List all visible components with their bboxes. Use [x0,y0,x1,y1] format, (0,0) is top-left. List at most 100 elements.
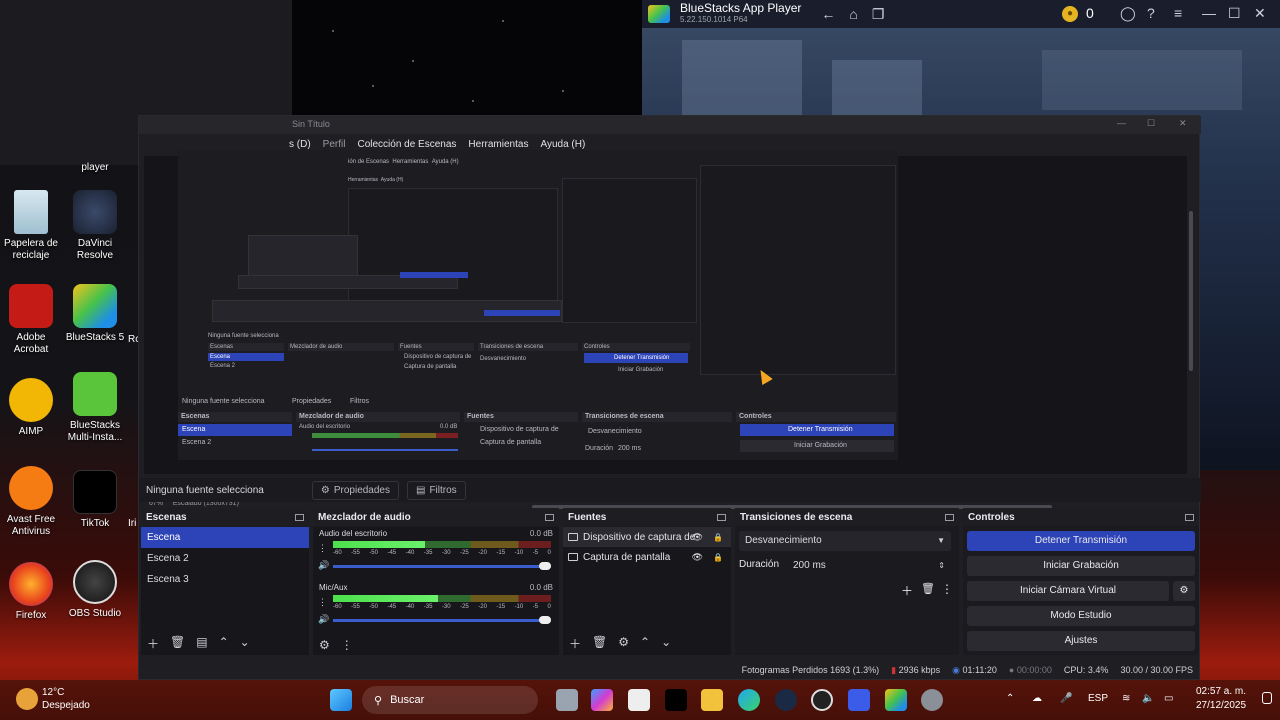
properties-button[interactable]: ⚙ Propiedades [311,480,399,500]
obs-minimize-icon[interactable]: — [1117,118,1126,128]
clock-date[interactable]: 27/12/2025 [1196,700,1246,711]
source-item[interactable]: Captura de pantalla 👁 🔒 [563,547,731,567]
add-icon[interactable]: ＋ [569,635,581,652]
close-icon[interactable]: ✕ [1254,5,1266,22]
volume-slider[interactable] [333,562,551,570]
menu-item[interactable]: Herramientas [468,139,528,150]
back-icon[interactable]: ← [821,6,835,22]
desktop-icon-bluestacks-multi[interactable]: BlueStacks Multi-Insta... [64,372,126,444]
filter-icon[interactable]: ▤ [196,635,207,652]
lock-icon[interactable]: 🔒 [713,533,723,542]
volume-icon[interactable]: 🔈 [1142,693,1154,704]
obs-close-icon[interactable]: ✕ [1179,118,1187,129]
minimize-icon[interactable]: — [1202,5,1216,21]
bluestacks-taskbar-icon[interactable] [885,689,907,711]
undock-icon[interactable] [945,513,954,521]
weather-temp[interactable]: 12°C [42,687,64,698]
desktop-icon-tiktok[interactable]: TikTok [64,470,126,530]
arrow-down-icon[interactable]: ⌄ [661,635,671,652]
speaker-icon[interactable]: 🔊 [318,614,329,625]
filters-button[interactable]: ▤ Filtros [407,480,466,500]
duration-spinbox[interactable]: 200 ms ⇕ [787,556,951,576]
copilot-icon[interactable] [591,689,613,711]
studio-mode-button[interactable]: Modo Estudio [967,606,1195,626]
home-icon[interactable]: ⌂ [849,6,857,22]
arrow-up-icon[interactable]: ⌃ [219,635,229,652]
vertical-scrollbar[interactable] [1189,211,1193,371]
preview-canvas[interactable]: ión de Escenas Herramientas Ayuda (H) He… [144,150,1187,509]
stop-stream-button[interactable]: Detener Transmisión [967,531,1195,551]
add-icon[interactable]: ＋ [901,582,913,599]
steam-icon[interactable] [775,689,797,711]
wifi-icon[interactable]: ≋ [1122,693,1130,704]
add-icon[interactable]: ＋ [147,635,159,652]
eye-icon[interactable]: 👁 [692,532,703,543]
tiktok-icon[interactable] [665,689,687,711]
volume-slider[interactable] [333,616,551,624]
obs-window[interactable]: Sin Título — ☐ ✕ s (D) Perfil Colección … [138,115,1201,680]
desktop-icon-davinci[interactable]: DaVinci Resolve [64,190,126,262]
cloud-icon[interactable]: ☁ [1032,693,1042,704]
undock-icon[interactable] [545,513,554,521]
undock-icon[interactable] [717,513,726,521]
desktop-icon-acrobat[interactable]: Adobe Acrobat [0,284,62,356]
maximize-icon[interactable]: ☐ [1228,5,1241,22]
volume-knob[interactable] [539,562,551,570]
arrow-down-icon[interactable]: ⌄ [240,635,250,652]
desktop-icon-recycle-bin[interactable]: Papelera de reciclaje [0,190,62,262]
lock-icon[interactable]: 🔒 [713,553,723,562]
weather-text[interactable]: Despejado [42,700,90,711]
desktop-icon-avast[interactable]: Avast Free Antivirus [0,466,62,538]
obs-taskbar-icon[interactable] [811,689,833,711]
mixer-settings-icon[interactable]: ⚙ [319,638,330,652]
desktop-icon-obs[interactable]: OBS Studio [64,560,126,620]
menu-item[interactable]: s (D) [289,139,311,150]
channel-menu-icon[interactable]: ⋮ [318,597,327,608]
transition-select[interactable]: Desvanecimiento ▼ [739,531,951,551]
start-virtual-camera-button[interactable]: Iniciar Cámara Virtual [967,581,1169,601]
app-blue-icon[interactable] [848,689,870,711]
menu-item[interactable]: Colección de Escenas [357,139,456,150]
source-item[interactable]: Dispositivo de captura de 👁 🔒 [563,527,731,547]
obs-maximize-icon[interactable]: ☐ [1147,118,1155,129]
multitask-icon[interactable]: ❐ [872,6,885,23]
menu-icon[interactable]: ⋮ [941,582,953,596]
language-indicator[interactable]: ESP [1088,693,1108,704]
channel-menu-icon[interactable]: ⋮ [318,543,327,554]
speaker-icon[interactable]: 🔊 [318,560,329,571]
mixer-menu-icon[interactable]: ⋮ [341,638,353,652]
arrow-up-icon[interactable]: ⌃ [640,635,650,652]
settings-button[interactable]: Ajustes [967,631,1195,651]
account-icon[interactable]: ◯ [1120,5,1136,22]
edge-icon[interactable] [738,689,760,711]
help-icon[interactable]: ? [1147,5,1155,21]
notification-icon[interactable] [1262,692,1272,704]
scene-item[interactable]: Escena [141,527,309,548]
trash-icon[interactable]: 🗑 [170,635,185,652]
settings-taskbar-icon[interactable] [921,689,943,711]
volume-knob[interactable] [539,616,551,624]
clock-time[interactable]: 02:57 a. m. [1196,686,1246,697]
file-manager-icon[interactable] [556,689,578,711]
eye-icon[interactable]: 👁 [692,552,703,563]
virtual-camera-settings-icon[interactable]: ⚙ [1173,581,1195,601]
desktop-icon-aimp[interactable]: AIMP [0,378,62,438]
desktop-icon-firefox[interactable]: Firefox [0,562,62,622]
battery-icon[interactable]: ▭ [1164,693,1173,704]
search-box[interactable]: ⚲ Buscar [362,686,538,714]
desktop-icon-bluestacks5[interactable]: BlueStacks 5 [64,284,126,344]
undock-icon[interactable] [1185,513,1194,521]
scene-item[interactable]: Escena 3 [141,569,309,590]
start-recording-button[interactable]: Iniciar Grabación [967,556,1195,576]
scene-item[interactable]: Escena 2 [141,548,309,569]
gear-icon[interactable]: ⚙ [618,635,629,652]
desktop-icon-player[interactable]: player [64,162,126,174]
undock-icon[interactable] [295,513,304,521]
trash-icon[interactable]: 🗑 [921,582,935,595]
start-icon[interactable] [330,689,352,711]
menu-item[interactable]: Perfil [323,139,346,150]
menu-item[interactable]: Ayuda (H) [540,139,585,150]
store-icon[interactable] [628,689,650,711]
chevron-up-icon[interactable]: ⌃ [1006,693,1014,704]
mic-icon[interactable]: 🎤 [1060,693,1072,704]
